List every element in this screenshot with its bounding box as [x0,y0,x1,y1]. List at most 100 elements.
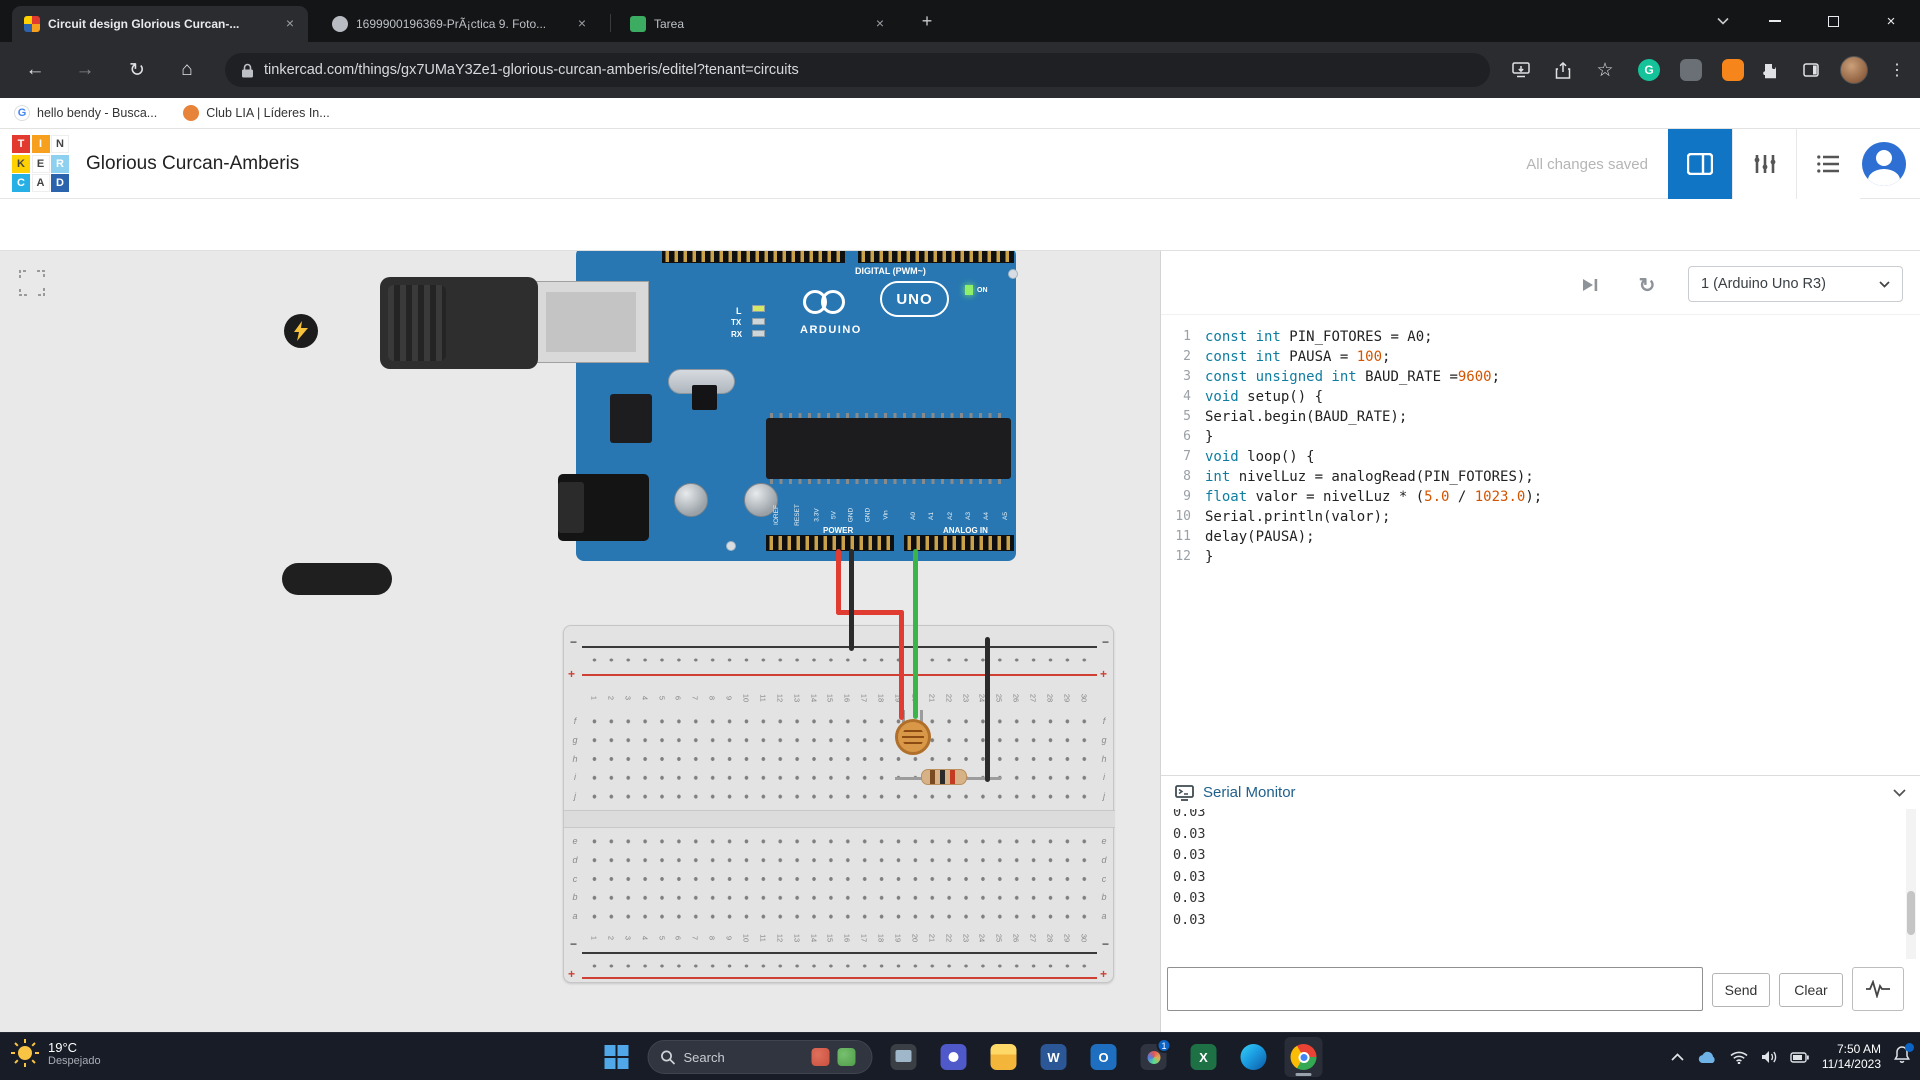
wifi-icon[interactable] [1730,1051,1748,1064]
led-rx [752,330,765,337]
home-icon[interactable]: ⌂ [174,57,200,83]
code-text: const int PAUSA = 100; [1205,347,1390,367]
code-text: void setup() { [1205,387,1323,407]
weather-widget[interactable]: 19°C Despejado [10,1038,101,1068]
taskbar-app-word[interactable]: W [1035,1037,1073,1077]
serial-clear-button[interactable]: Clear [1779,973,1843,1007]
red-power-wire[interactable] [836,610,904,615]
black-jumper-wire[interactable] [985,637,990,782]
photoresistor[interactable] [895,719,931,755]
serial-value: 0.03 [1173,867,1906,889]
red-power-wire[interactable] [899,610,904,720]
code-editor[interactable]: 1const int PIN_FOTORES = A0;2const int P… [1161,315,1920,775]
serial-input[interactable] [1167,967,1703,1011]
taskbar-search[interactable] [648,1040,873,1074]
taskbar-app-photos[interactable]: 1 [1135,1037,1173,1077]
taskbar-app-edge[interactable] [1235,1037,1273,1077]
power-pin-labels: IOREFRESET3.3V5VGNDGNDVin [766,497,894,533]
code-line: 11delay(PAUSA); [1161,527,1920,547]
bookmark-item[interactable]: Club LIA | Líderes In... [183,105,329,121]
analog-header-pins[interactable] [904,535,1014,551]
view-components-button[interactable] [1668,129,1732,199]
green-signal-wire[interactable] [913,549,918,719]
share-icon[interactable] [1550,57,1576,83]
tinkercad-logo[interactable]: TINKERCAD [12,135,70,193]
window-maximize-button[interactable] [1810,0,1856,42]
taskbar-app-desktop-app[interactable] [885,1037,923,1077]
digital-header-pins[interactable] [858,251,1014,263]
install-icon[interactable] [1508,57,1534,83]
collapse-chevron-icon[interactable] [1893,789,1906,797]
breadboard-column-number: 30 [1074,930,1094,947]
serial-send-button[interactable]: Send [1712,973,1770,1007]
reload-icon[interactable]: ↻ [124,57,150,83]
serial-monitor-header[interactable]: Serial Monitor [1161,775,1920,809]
window-close-button[interactable]: × [1868,0,1914,42]
usb-connector-body[interactable] [380,277,538,369]
taskbar-app-excel[interactable]: X [1185,1037,1223,1077]
taskbar-app-file-explorer[interactable] [985,1037,1023,1077]
rail-holes[interactable] [586,959,1093,973]
line-number: 8 [1161,467,1205,487]
search-input[interactable] [684,1050,804,1065]
debug-icon[interactable] [1578,273,1602,297]
red-power-wire[interactable] [836,549,841,615]
terminal-holes[interactable] [586,832,1093,926]
browser-profile-avatar[interactable] [1840,56,1868,84]
tab-close-icon[interactable]: × [282,16,298,32]
rail-holes[interactable] [586,653,1093,667]
digital-header-pins[interactable] [662,251,845,263]
browser-menu-kebab-icon[interactable]: ⋮ [1884,57,1910,83]
tinkercad-profile-avatar[interactable] [1862,142,1906,186]
grammarly-extension-icon[interactable]: G [1638,59,1660,81]
breadboard[interactable]: − + − + 12345678910111213141516171819202… [563,625,1114,983]
start-button[interactable] [598,1037,636,1077]
view-list-button[interactable] [1796,129,1860,199]
side-panel-icon[interactable] [1798,57,1824,83]
tab-practica[interactable]: 1699900196369-PrÃ¡ctica 9. Foto... × [320,6,600,42]
taskbar-app-chrome[interactable] [1285,1037,1323,1077]
back-icon[interactable]: ← [22,57,48,83]
new-tab-button[interactable]: + [916,11,938,33]
view-schematic-button[interactable] [1732,129,1796,199]
terminal-holes[interactable] [586,712,1093,806]
black-ground-wire[interactable] [849,549,854,651]
tab-close-icon[interactable]: × [574,16,590,32]
extension-icon[interactable] [1680,59,1702,81]
resistor[interactable] [921,769,967,785]
serial-graph-button[interactable] [1852,967,1904,1011]
volume-icon[interactable] [1761,1050,1777,1064]
serial-value: 0.03 [1173,845,1906,867]
scrollbar-thumb[interactable] [1907,891,1915,935]
usb-cable[interactable] [282,563,392,595]
circuit-canvas[interactable]: DIGITAL (PWM~) L TX RX ARDUINO UNO ON PO… [0,251,1161,1032]
usb-plug[interactable] [533,281,649,363]
forward-icon[interactable]: → [72,57,98,83]
taskbar-app-outlook[interactable]: O [1085,1037,1123,1077]
clock-widget[interactable]: 7:50 AM 11/14/2023 [1822,1042,1881,1072]
url-bar[interactable]: tinkercad.com/things/gx7UMaY3Ze1-gloriou… [225,53,1490,87]
tab-circuit-design[interactable]: Circuit design Glorious Curcan-... × [12,6,308,42]
taskbar-app-teams[interactable] [935,1037,973,1077]
tab-close-icon[interactable]: × [872,16,888,32]
bookmark-item[interactable]: G hello bendy - Busca... [14,105,157,121]
serial-monitor-output[interactable]: 0.030.030.030.030.030.03 [1161,809,1906,959]
onedrive-cloud-icon[interactable] [1697,1051,1717,1064]
metamask-extension-icon[interactable] [1722,59,1744,81]
serial-scrollbar[interactable] [1906,809,1916,959]
history-icon[interactable]: ↻ [1635,273,1659,297]
mounting-hole [726,541,736,551]
power-header-pins[interactable] [766,535,894,551]
extensions-puzzle-icon[interactable] [1758,57,1784,83]
atmega-chip[interactable] [766,418,1011,479]
tab-search-chevron-icon[interactable] [1700,0,1746,42]
tray-chevron-up-icon[interactable] [1671,1053,1684,1061]
bookmark-star-icon[interactable]: ☆ [1592,57,1618,83]
battery-icon[interactable] [1790,1052,1809,1063]
zoom-to-fit-button[interactable] [14,265,50,301]
board-selector-dropdown[interactable]: 1 (Arduino Uno R3) [1688,266,1903,302]
tab-tarea[interactable]: Tarea × [618,6,898,42]
notification-center[interactable] [1894,1046,1910,1068]
chrome-core [1298,1052,1309,1063]
window-minimize-button[interactable] [1752,0,1798,42]
